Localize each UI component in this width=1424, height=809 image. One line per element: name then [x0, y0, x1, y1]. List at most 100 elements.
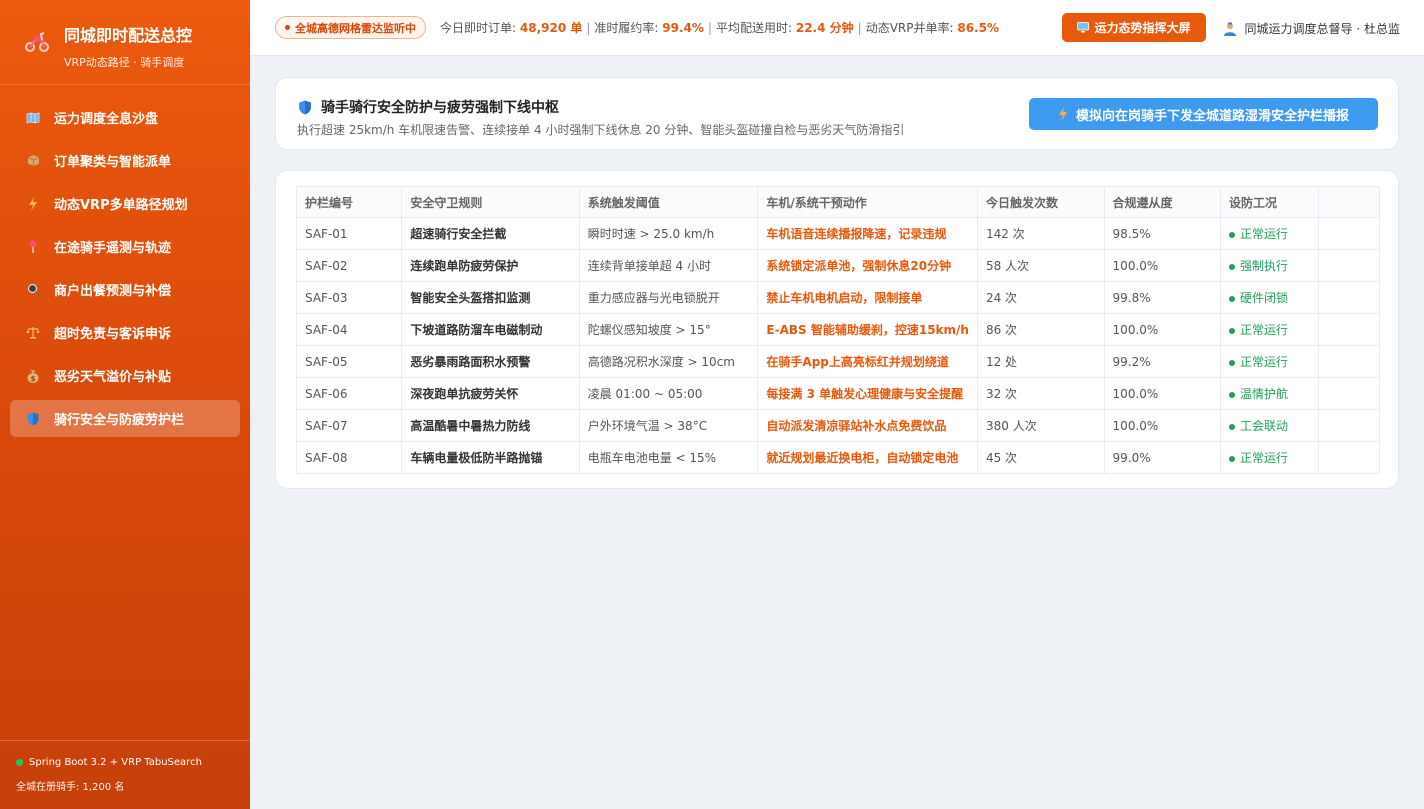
guardrail-id-cell: SAF-05 [295, 345, 403, 378]
kpi-ontime-value: 99.4% [662, 21, 704, 35]
radar-status-badge: 全城高德网格雷达监听中 [275, 16, 426, 39]
radar-dot-icon [285, 25, 290, 30]
rule-name-cell: 超速骑行安全拦截 [401, 217, 580, 250]
kpi-strip: 今日即时订单: 48,920 单 | 准时履约率: 99.4% | 平均配送用时: 22… [440, 21, 999, 35]
compliance-cell: 99.2% [1103, 345, 1221, 378]
kpi-orders-value: 48,920 单 [519, 21, 583, 35]
status-dot-icon [1228, 359, 1235, 366]
threshold-cell: 瞬时时速 > 25.0 km/h [578, 217, 759, 250]
column-header[interactable]: 合规遵从度 [1103, 186, 1221, 218]
status-dot-icon [1228, 263, 1235, 270]
guardrail-id-cell: SAF-03 [295, 281, 403, 314]
sidebar-item-vrp-routing[interactable]: 动态VRP多单路径规划 [10, 185, 240, 222]
guardrail-id-cell: SAF-01 [295, 217, 403, 250]
compliance-cell: 100.0% [1103, 313, 1221, 346]
kpi-vrp-label: 动态VRP并单率: [865, 21, 954, 35]
sidebar-item-timeout-appeal[interactable]: 超时免责与客诉申诉 [10, 314, 240, 351]
lightning-icon [1058, 107, 1067, 121]
brand-subtitle: VRP动态路径 · 骑手调度 [64, 56, 185, 69]
lightning-icon [26, 196, 40, 211]
sidebar: 同城即时配送总控 VRP动态路径 · 骑手调度 运力调度全息沙盘 订单聚类与智能… [0, 0, 250, 809]
compliance-cell: 100.0% [1103, 409, 1221, 442]
table-row[interactable]: SAF-08 车辆电量极低防半路抛锚 电瓶车电池电量 < 15% 就近规划最近换电柜，… [295, 441, 1381, 474]
kpi-orders-label: 今日即时订单: [440, 21, 517, 35]
status-label: 正常运行 [1239, 355, 1288, 369]
panel-description: 执行超速 25km/h 车机限速告警、连续接单 4 小时强制下线休息 20 分钟… [297, 123, 905, 137]
column-header[interactable]: 护栏编号 [295, 186, 403, 218]
table-row[interactable]: SAF-04 下坡道路防溜车电磁制动 陀螺仪感知坡度 > 15° E-ABS 智能辅助… [295, 313, 1381, 346]
row-spacer-cell [1317, 281, 1381, 314]
rider-count-label: 全城在册骑手: 1,200 名 [16, 782, 125, 793]
sidebar-item-label: 动态VRP多单路径规划 [54, 198, 188, 213]
table-row[interactable]: SAF-03 智能安全头盔搭扣监测 重力感应器与光电锁脱开 禁止车机电机启动，限制接单… [295, 281, 1381, 314]
online-status-dot [16, 759, 23, 766]
table-row[interactable]: SAF-06 深夜跑单抗疲劳关怀 凌晨 01:00 ~ 05:00 每接满 3 单触发… [295, 377, 1381, 410]
trigger-count-cell: 32 次 [976, 377, 1105, 410]
sidebar-item-label: 订单聚类与智能派单 [54, 155, 172, 170]
sidebar-item-order-clustering[interactable]: 订单聚类与智能派单 [10, 142, 240, 179]
money-bag-icon: $ [26, 369, 40, 383]
intervention-cell: 自动派发清凉驿站补水点免费饮品 [757, 409, 978, 442]
table-row[interactable]: SAF-02 连续跑单防疲劳保护 连续背单接单超 4 小时 系统锁定派单池，强制休息2… [295, 249, 1381, 282]
status-label: 正常运行 [1239, 451, 1288, 465]
status-cell: 正常运行 [1219, 313, 1319, 346]
sidebar-item-weather-surcharge[interactable]: $ 恶劣天气溢价与补贴 [10, 357, 240, 394]
status-cell: 工会联动 [1219, 409, 1319, 442]
sidebar-item-rider-telemetry[interactable]: 在途骑手遥测与轨迹 [10, 228, 240, 265]
map-icon [26, 111, 40, 125]
column-header[interactable]: 安全守卫规则 [401, 186, 580, 218]
compliance-cell: 99.8% [1103, 281, 1221, 314]
rule-name-cell: 高温酷暑中暑热力防线 [401, 409, 580, 442]
safety-rules-card: 护栏编号 安全守卫规则 系统触发阈值 车机/系统干预动作 今日触发次数 合规遵从… [275, 170, 1399, 489]
kpi-avg-label: 平均配送用时: [715, 21, 793, 35]
column-header[interactable]: 系统触发阈值 [578, 186, 759, 218]
threshold-cell: 陀螺仪感知坡度 > 15° [578, 313, 759, 346]
simulate-broadcast-button[interactable]: 模拟向在岗骑手下发全城道路湿滑安全护栏播报 [1029, 98, 1378, 130]
compliance-cell: 100.0% [1103, 377, 1221, 410]
sidebar-item-merchant-prediction[interactable]: 商户出餐预测与补偿 [10, 271, 240, 308]
status-dot-icon [1228, 295, 1235, 302]
column-header[interactable]: 设防工况 [1219, 186, 1319, 218]
column-header[interactable]: 今日触发次数 [976, 186, 1105, 218]
intervention-cell: 系统锁定派单池，强制休息20分钟 [757, 249, 978, 282]
status-cell: 硬件闭锁 [1219, 281, 1319, 314]
status-dot-icon [1228, 423, 1235, 430]
top-header: 全城高德网格雷达监听中 今日即时订单: 48,920 单 | 准时履约率: 99.4… [250, 0, 1424, 56]
status-cell: 正常运行 [1219, 441, 1319, 474]
rule-name-cell: 车辆电量极低防半路抛锚 [401, 441, 580, 474]
row-spacer-cell [1317, 249, 1381, 282]
kpi-ontime-label: 准时履约率: [594, 21, 659, 35]
radar-status-label: 全城高德网格雷达监听中 [295, 21, 416, 35]
sidebar-item-dispatch-sandbox[interactable]: 运力调度全息沙盘 [10, 99, 240, 136]
rule-name-cell: 恶劣暴雨路面积水预警 [401, 345, 580, 378]
row-spacer-cell [1317, 345, 1381, 378]
status-label: 温情护航 [1239, 387, 1288, 401]
threshold-cell: 电瓶车电池电量 < 15% [578, 441, 759, 474]
column-header-spacer [1317, 186, 1381, 218]
scale-icon [26, 326, 40, 340]
sidebar-item-rider-safety[interactable]: 骑行安全与防疲劳护栏 [10, 400, 240, 437]
safety-rules-table: 护栏编号 安全守卫规则 系统触发阈值 车机/系统干预动作 今日触发次数 合规遵从… [295, 186, 1381, 474]
sidebar-item-label: 骑行安全与防疲劳护栏 [54, 413, 185, 428]
guardrail-id-cell: SAF-02 [295, 249, 403, 282]
table-row[interactable]: SAF-05 恶劣暴雨路面积水预警 高德路况积水深度 > 10cm 在骑手App上高亮… [295, 345, 1381, 378]
safety-panel-header: 骑手骑行安全防护与疲劳强制下线中枢 执行超速 25km/h 车机限速告警、连续接… [275, 77, 1399, 150]
table-row[interactable]: SAF-07 高温酷暑中暑热力防线 户外环境气温 > 38°C 自动派发清凉驿站补水点… [295, 409, 1381, 442]
command-screen-button[interactable]: 运力态势指挥大屏 [1062, 13, 1206, 42]
user-profile[interactable]: 同城运力调度总督导 · 杜总监 [1223, 20, 1400, 37]
column-header[interactable]: 车机/系统干预动作 [757, 186, 978, 218]
status-cell: 温情护航 [1219, 377, 1319, 410]
trigger-count-cell: 86 次 [976, 313, 1105, 346]
trigger-count-cell: 58 人次 [976, 249, 1105, 282]
intervention-cell: 禁止车机电机启动，限制接单 [757, 281, 978, 314]
status-label: 正常运行 [1239, 227, 1288, 241]
shield-icon [299, 100, 311, 114]
status-dot-icon [1228, 327, 1235, 334]
table-row[interactable]: SAF-01 超速骑行安全拦截 瞬时时速 > 25.0 km/h 车机语音连续播报降速… [295, 217, 1381, 250]
kpi-avg-value: 22.4 分钟 [795, 21, 854, 35]
command-screen-label: 运力态势指挥大屏 [1094, 21, 1191, 35]
brand: 同城即时配送总控 VRP动态路径 · 骑手调度 [0, 0, 250, 85]
sidebar-item-label: 运力调度全息沙盘 [54, 112, 159, 127]
trigger-count-cell: 142 次 [976, 217, 1105, 250]
row-spacer-cell [1317, 217, 1381, 250]
